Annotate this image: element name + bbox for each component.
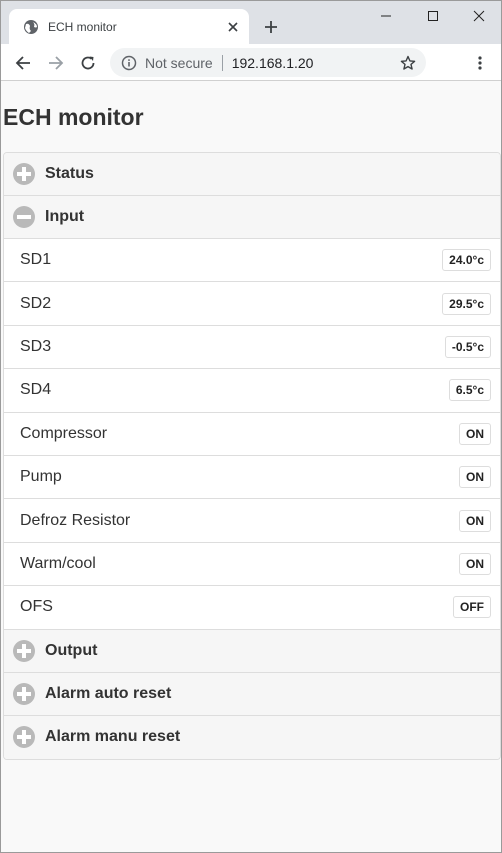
status-badge: ON [459, 552, 491, 575]
accordion-label: Input [45, 208, 85, 225]
status-badge: ON [459, 466, 491, 489]
list-item: SD3 -0.5°c [4, 325, 500, 370]
status-badge: OFF [453, 596, 491, 619]
row-label: SD1 [20, 251, 52, 269]
omnibox-divider [221, 54, 223, 71]
list-item: Warm/cool ON [4, 542, 500, 587]
tab-title: ECH monitor [48, 19, 117, 34]
row-label: SD2 [20, 294, 52, 312]
accordion-label: Status [45, 165, 94, 182]
accordion-header-status[interactable]: Status [4, 153, 500, 196]
accordion-label: Alarm manu reset [45, 728, 181, 746]
list-item: Defroz Resistor ON [4, 499, 500, 543]
url-text[interactable]: 192.168.1.20 [232, 55, 398, 71]
value-badge: 29.5°c [442, 292, 491, 315]
list-item: SD1 24.0°c [4, 239, 500, 283]
accordion-label: Alarm auto reset [45, 684, 172, 702]
browser-window: ECH monitor Not secure 192.168.1.20 ECH … [0, 0, 502, 853]
arrow-left-icon[interactable] [10, 50, 36, 76]
row-label: SD4 [20, 381, 52, 399]
page-title: ECH monitor [3, 104, 144, 130]
value-badge: 24.0°c [442, 249, 491, 272]
accordion: Status Input SD1 24.0°c SD2 29.5°c SD3 -… [3, 152, 501, 760]
kebab-menu-icon[interactable] [467, 50, 493, 76]
accordion-header-alarm-manu-reset[interactable]: Alarm manu reset [4, 715, 500, 759]
list-item: Pump ON [4, 455, 500, 500]
list-item: OFS OFF [4, 586, 500, 630]
plus-circle-icon [13, 163, 35, 185]
status-badge: ON [459, 509, 491, 532]
security-label: Not secure [145, 54, 213, 71]
input-panel: SD1 24.0°c SD2 29.5°c SD3 -0.5°c SD4 6.5… [4, 239, 500, 630]
maximize-icon[interactable] [410, 1, 456, 31]
list-item: Compressor ON [4, 412, 500, 456]
plus-circle-icon [13, 639, 35, 662]
accordion-header-alarm-auto-reset[interactable]: Alarm auto reset [4, 672, 500, 716]
plus-circle-icon [13, 682, 35, 705]
row-label: Compressor [20, 424, 108, 442]
browser-toolbar: Not secure 192.168.1.20 [1, 44, 501, 81]
row-label: OFS [20, 598, 53, 616]
row-label: Defroz Resistor [20, 511, 131, 529]
window-close-icon[interactable] [456, 1, 501, 31]
minus-circle-icon [13, 206, 35, 228]
close-icon[interactable] [223, 17, 243, 37]
page-content: ECH monitor Status Input SD1 24.0°c SD2 … [2, 82, 501, 852]
minimize-icon[interactable] [363, 1, 409, 31]
accordion-header-output[interactable]: Output [4, 629, 500, 673]
address-bar[interactable]: Not secure 192.168.1.20 [110, 48, 426, 77]
arrow-right-icon[interactable] [43, 50, 69, 76]
star-icon[interactable] [398, 53, 418, 73]
accordion-header-input[interactable]: Input [4, 196, 500, 239]
list-item: SD4 6.5°c [4, 369, 500, 413]
status-badge: ON [459, 422, 491, 445]
globe-icon [23, 19, 39, 35]
browser-tab[interactable]: ECH monitor [9, 9, 249, 44]
accordion-label: Output [45, 641, 98, 659]
plus-circle-icon [13, 726, 35, 749]
list-item: SD2 29.5°c [4, 282, 500, 326]
value-badge: 6.5°c [448, 379, 491, 402]
reload-icon[interactable] [75, 50, 101, 76]
row-label: Warm/cool [20, 554, 96, 572]
plus-icon[interactable] [259, 15, 283, 39]
info-icon[interactable] [120, 54, 138, 72]
row-label: SD3 [20, 337, 52, 355]
value-badge: -0.5°c [444, 335, 491, 358]
tab-strip: ECH monitor [1, 1, 501, 44]
row-label: Pump [20, 468, 62, 486]
